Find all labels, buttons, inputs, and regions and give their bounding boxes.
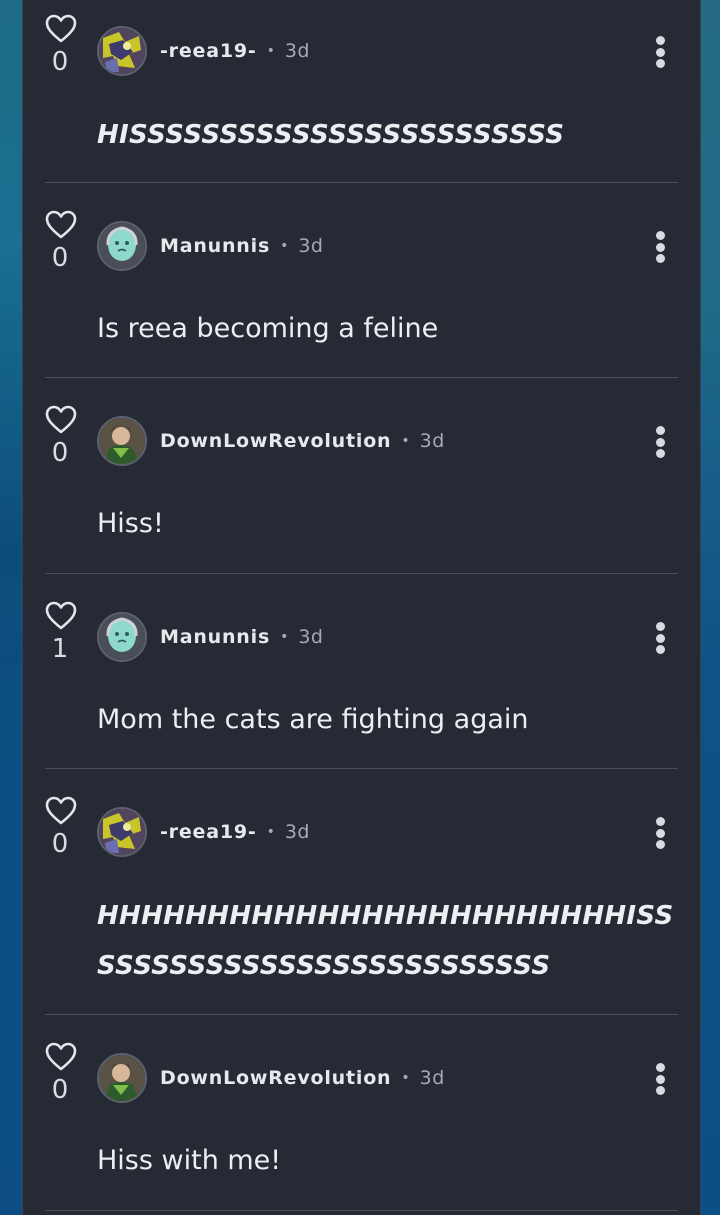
avatar[interactable] bbox=[97, 416, 147, 466]
username[interactable]: -reea19- bbox=[160, 821, 257, 843]
like-button[interactable]: 0 bbox=[45, 210, 77, 273]
more-options-button[interactable] bbox=[650, 1059, 670, 1099]
background-right bbox=[699, 0, 720, 1215]
comment-item: 0 -reea19- • 3d HHHHHHHHHHHHHHHHHHHHHHHH… bbox=[45, 769, 678, 1015]
like-button[interactable]: 0 bbox=[45, 14, 77, 77]
comment-text-line: HHHHHHHHHHHHHHHHHHHHHHHHISS bbox=[97, 901, 674, 931]
timestamp: 3d bbox=[284, 40, 310, 62]
like-button[interactable]: 0 bbox=[45, 1042, 77, 1105]
comment-meta: DownLowRevolution • 3d bbox=[160, 416, 445, 466]
comment-item: 0 Manunnis • 3d Is reea becoming a felin… bbox=[45, 183, 678, 378]
comment-text: Is reea becoming a feline bbox=[97, 313, 439, 344]
comment-text: Hiss! bbox=[97, 508, 164, 539]
comment-item: 0 DownLowRevolution • 3d Hiss with me! bbox=[45, 1015, 678, 1211]
comment-item: 0 -reea19- • 3d HISSSSSSSSSSSSSSSSSSSSSS… bbox=[45, 0, 678, 183]
comment-meta: -reea19- • 3d bbox=[160, 807, 310, 857]
separator-dot: • bbox=[266, 824, 275, 840]
more-options-button[interactable] bbox=[650, 813, 670, 853]
heart-icon bbox=[45, 1042, 77, 1071]
background-left bbox=[0, 0, 22, 1215]
comment-text: Mom the cats are fighting again bbox=[97, 704, 529, 735]
like-count: 0 bbox=[51, 47, 69, 77]
like-count: 0 bbox=[51, 1075, 69, 1105]
timestamp: 3d bbox=[419, 1067, 445, 1089]
comment-item: 0 DownLowRevolution • 3d Hiss! bbox=[45, 378, 678, 574]
more-options-button[interactable] bbox=[650, 618, 670, 658]
comment-meta: -reea19- • 3d bbox=[160, 26, 310, 76]
username[interactable]: Manunnis bbox=[160, 626, 270, 648]
avatar[interactable] bbox=[97, 26, 147, 76]
heart-icon bbox=[45, 210, 77, 239]
avatar[interactable] bbox=[97, 1053, 147, 1103]
separator-dot: • bbox=[401, 1070, 410, 1086]
like-button[interactable]: 1 bbox=[45, 601, 77, 664]
comment-item: 1 Manunnis • 3d Mom the cats are fightin… bbox=[45, 574, 678, 769]
comment-text: HISSSSSSSSSSSSSSSSSSSSSSSS bbox=[97, 120, 565, 150]
timestamp: 3d bbox=[284, 821, 310, 843]
comments-panel: 0 -reea19- • 3d HISSSSSSSSSSSSSSSSSSSSSS… bbox=[22, 0, 701, 1215]
more-options-button[interactable] bbox=[650, 227, 670, 267]
like-button[interactable]: 0 bbox=[45, 796, 77, 859]
avatar[interactable] bbox=[97, 807, 147, 857]
like-count: 0 bbox=[51, 438, 69, 468]
like-count: 0 bbox=[51, 243, 69, 273]
like-button[interactable]: 0 bbox=[45, 405, 77, 468]
username[interactable]: Manunnis bbox=[160, 235, 270, 257]
comment-text: HHHHHHHHHHHHHHHHHHHHHHHHISS SSSSSSSSSSSS… bbox=[97, 891, 674, 991]
separator-dot: • bbox=[280, 238, 289, 254]
separator-dot: • bbox=[280, 629, 289, 645]
like-count: 0 bbox=[51, 829, 69, 859]
like-count: 1 bbox=[51, 634, 69, 664]
heart-icon bbox=[45, 601, 77, 630]
heart-icon bbox=[45, 14, 77, 43]
timestamp: 3d bbox=[298, 626, 324, 648]
separator-dot: • bbox=[266, 43, 275, 59]
more-options-button[interactable] bbox=[650, 422, 670, 462]
timestamp: 3d bbox=[298, 235, 324, 257]
heart-icon bbox=[45, 405, 77, 434]
username[interactable]: DownLowRevolution bbox=[160, 1067, 391, 1089]
comment-meta: DownLowRevolution • 3d bbox=[160, 1053, 445, 1103]
more-options-button[interactable] bbox=[650, 32, 670, 72]
timestamp: 3d bbox=[419, 430, 445, 452]
avatar[interactable] bbox=[97, 221, 147, 271]
heart-icon bbox=[45, 796, 77, 825]
comment-meta: Manunnis • 3d bbox=[160, 221, 323, 271]
username[interactable]: DownLowRevolution bbox=[160, 430, 391, 452]
avatar[interactable] bbox=[97, 612, 147, 662]
comment-text-line: SSSSSSSSSSSSSSSSSSSSSSSSS bbox=[97, 951, 551, 981]
comment-meta: Manunnis • 3d bbox=[160, 612, 323, 662]
separator-dot: • bbox=[401, 433, 410, 449]
comment-text: Hiss with me! bbox=[97, 1145, 282, 1176]
username[interactable]: -reea19- bbox=[160, 40, 257, 62]
